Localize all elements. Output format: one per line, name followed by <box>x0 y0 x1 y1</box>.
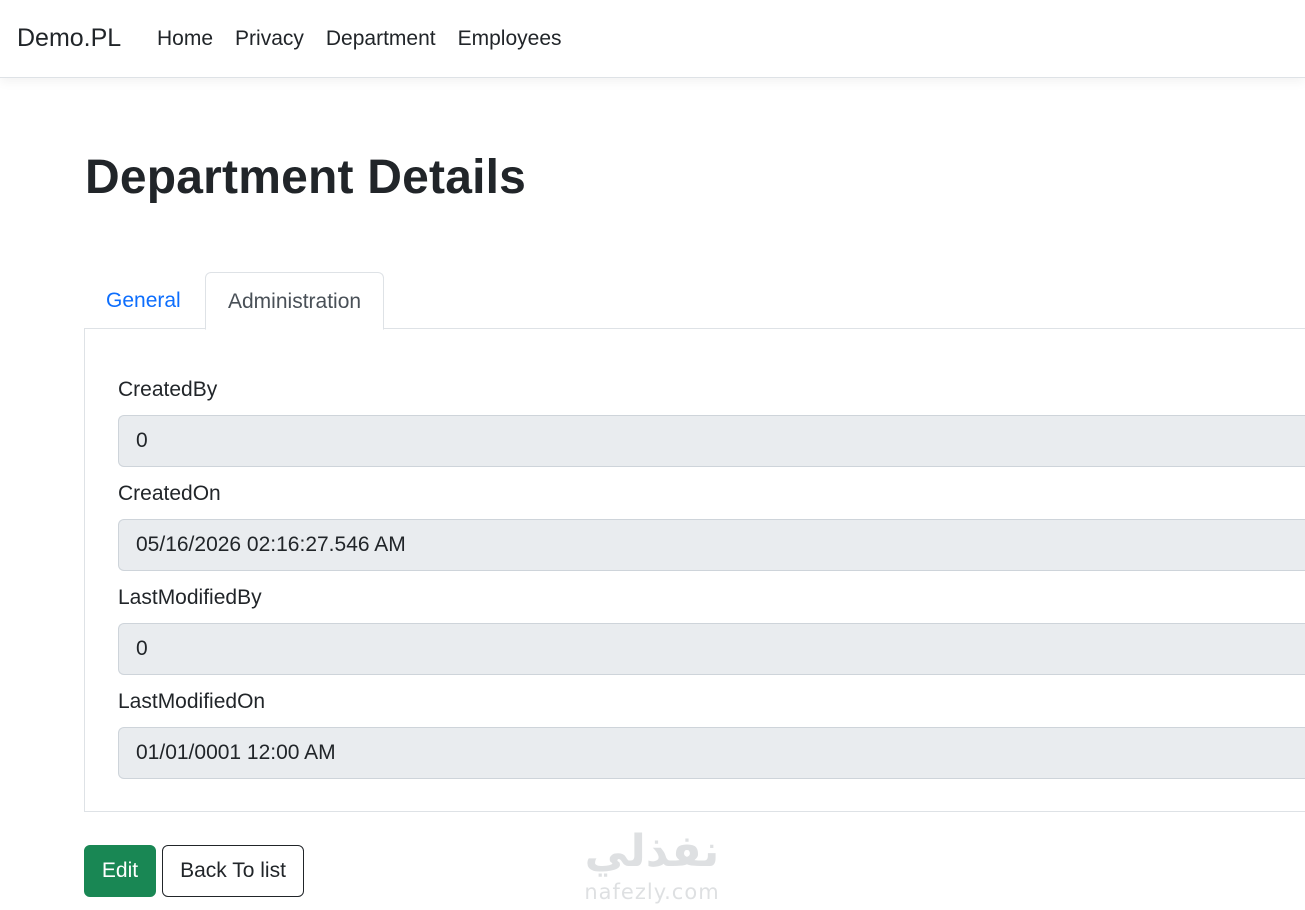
tab-administration[interactable]: Administration <box>205 272 385 330</box>
nav-link-home[interactable]: Home <box>157 27 213 51</box>
created-on-field[interactable]: 05/16/2026 02:16:27.546 AM <box>118 519 1305 571</box>
nav-link-privacy[interactable]: Privacy <box>235 27 304 51</box>
page-title: Department Details <box>85 151 527 204</box>
created-on-label: CreatedOn <box>118 482 221 505</box>
last-modified-on-field[interactable]: 01/01/0001 12:00 AM <box>118 727 1305 779</box>
edit-button[interactable]: Edit <box>84 845 156 897</box>
back-to-list-button[interactable]: Back To list <box>162 845 304 897</box>
nav-link-employees[interactable]: Employees <box>458 27 562 51</box>
last-modified-by-field[interactable]: 0 <box>118 623 1305 675</box>
tab-general[interactable]: General <box>84 272 203 329</box>
nav-links: Home Privacy Department Employees <box>157 27 562 51</box>
last-modified-on-label: LastModifiedOn <box>118 690 266 713</box>
last-modified-by-label: LastModifiedBy <box>118 586 262 609</box>
details-tabs: General Administration <box>84 272 1305 330</box>
brand-link[interactable]: Demo.PL <box>17 24 121 53</box>
watermark-logo: نفذلي nafezly.com <box>572 826 732 908</box>
created-by-field[interactable]: 0 <box>118 415 1305 467</box>
watermark-arabic-text: نفذلي <box>584 826 720 877</box>
created-by-label: CreatedBy <box>118 378 218 401</box>
top-navbar: Demo.PL Home Privacy Department Employee… <box>0 0 1305 78</box>
watermark-latin-text: nafezly.com <box>584 880 720 904</box>
nav-link-department[interactable]: Department <box>326 27 436 51</box>
